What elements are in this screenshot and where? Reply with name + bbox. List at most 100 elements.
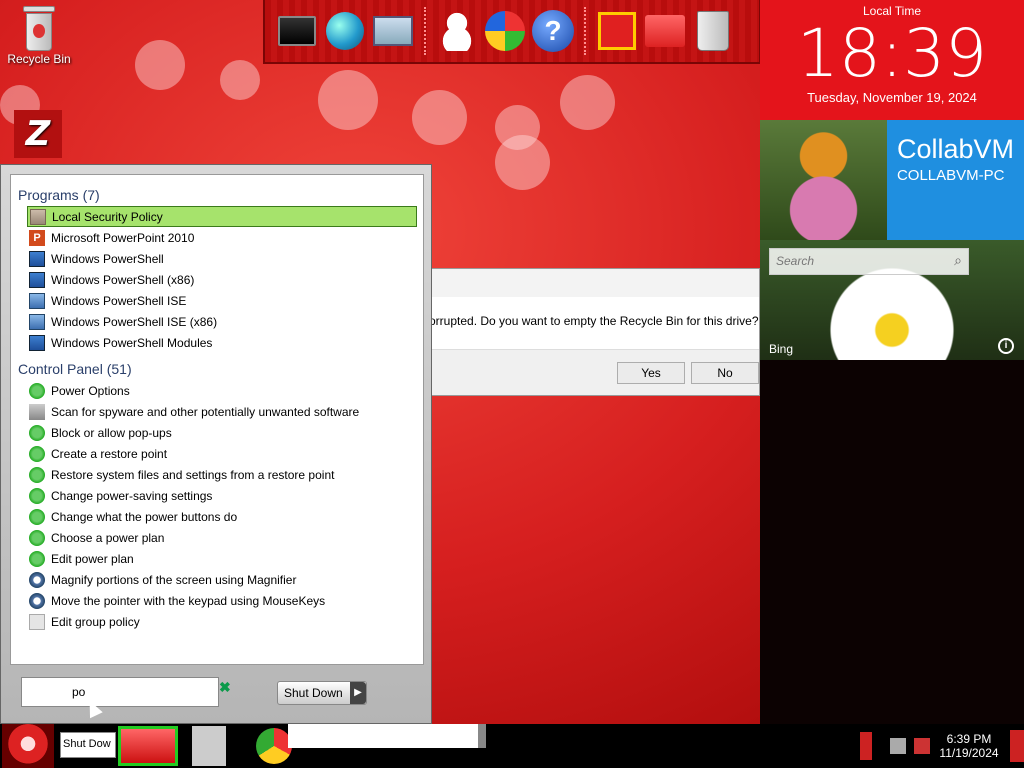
user-name: CollabVM bbox=[896, 134, 1014, 164]
start-button[interactable] bbox=[2, 724, 54, 768]
result-item-label: Power Options bbox=[51, 383, 130, 398]
control-panel-list: Power Options Scan for spyware and other … bbox=[11, 380, 423, 632]
result-item-label: Windows PowerShell ISE (x86) bbox=[51, 314, 218, 329]
network-icon[interactable] bbox=[890, 738, 906, 754]
result-item[interactable]: Magnify portions of the screen using Mag… bbox=[27, 569, 417, 590]
show-desktop-button[interactable] bbox=[1010, 730, 1024, 762]
control-panel-icon bbox=[29, 403, 45, 420]
shutdown-options-arrow-icon[interactable]: ▶ bbox=[350, 682, 366, 704]
windows-shield-icon[interactable] bbox=[483, 9, 527, 53]
result-item[interactable]: Windows PowerShell (x86) bbox=[27, 269, 417, 290]
start-menu: Programs (7) Local Security Policy P Micro… bbox=[0, 164, 432, 724]
globe-icon[interactable] bbox=[323, 9, 367, 53]
control-panel-icon bbox=[29, 487, 45, 504]
result-item[interactable]: P Microsoft PowerPoint 2010 bbox=[27, 227, 417, 248]
chrome-taskbar-icon[interactable] bbox=[256, 728, 292, 764]
result-item[interactable]: Edit power plan bbox=[27, 548, 417, 569]
powershell-icon bbox=[29, 334, 45, 351]
help-icon[interactable]: ? bbox=[531, 9, 575, 53]
programs-header[interactable]: Programs (7) bbox=[18, 187, 423, 203]
result-item-label: Edit group policy bbox=[51, 614, 140, 629]
info-icon[interactable]: i bbox=[998, 338, 1014, 354]
taskbar-clock[interactable]: 6:39 PM 11/19/2024 bbox=[936, 732, 1002, 760]
search-icon[interactable]: ⌕ bbox=[954, 252, 962, 269]
computer-name: COLLABVM-PC bbox=[896, 167, 1005, 184]
dialog-titlebar[interactable] bbox=[431, 269, 759, 297]
system-tray: 6:39 PM 11/19/2024 bbox=[844, 724, 1024, 768]
taskbar: Shut Dow 6:39 PM 11/19/2024 bbox=[0, 724, 1024, 768]
taskbar-date: 11/19/2024 bbox=[939, 746, 999, 760]
snowman-icon[interactable] bbox=[435, 9, 479, 53]
result-item-label: Windows PowerShell bbox=[51, 251, 164, 266]
result-item[interactable]: Change power-saving settings bbox=[27, 485, 417, 506]
control-panel-icon bbox=[29, 508, 45, 525]
recycle-bin-desktop-icon[interactable]: Recycle Bin bbox=[4, 6, 74, 66]
result-item-label: Move the pointer with the keypad using M… bbox=[51, 593, 326, 608]
result-item[interactable]: Windows PowerShell ISE bbox=[27, 290, 417, 311]
clock-tile: Local Time 18:39 Tuesday, November 19, 2… bbox=[760, 0, 1024, 120]
filezilla-icon: Z bbox=[14, 110, 62, 158]
control-panel-icon bbox=[29, 529, 45, 546]
control-panel-icon bbox=[29, 592, 45, 609]
result-item-label: Local Security Policy bbox=[52, 209, 163, 224]
control-panel-icon[interactable] bbox=[371, 9, 415, 53]
explorer-taskbar-icon[interactable] bbox=[118, 726, 178, 766]
monitor-icon[interactable] bbox=[275, 9, 319, 53]
result-item[interactable]: Windows PowerShell bbox=[27, 248, 417, 269]
bokeh-light bbox=[560, 75, 615, 130]
taskbar-blank-window[interactable] bbox=[288, 724, 478, 748]
gift-icon[interactable] bbox=[595, 9, 639, 53]
bokeh-light bbox=[495, 135, 550, 190]
top-dock: ? bbox=[263, 0, 761, 64]
result-item-label: Magnify portions of the screen using Mag… bbox=[51, 572, 297, 587]
taskbar-stub-button[interactable]: Shut Dow bbox=[60, 732, 116, 758]
result-item[interactable]: Move the pointer with the keypad using M… bbox=[27, 590, 417, 611]
result-item[interactable]: Scan for spyware and other potentially u… bbox=[27, 401, 417, 422]
result-item[interactable]: Choose a power plan bbox=[27, 527, 417, 548]
control-panel-icon bbox=[29, 382, 45, 399]
folder-icon[interactable] bbox=[643, 9, 687, 53]
dialog-message: orrupted. Do you want to empty the Recyc… bbox=[429, 314, 759, 328]
recycle-bin-label: Recycle Bin bbox=[7, 52, 71, 66]
yes-button[interactable]: Yes bbox=[617, 362, 685, 384]
result-item-label: Create a restore point bbox=[51, 446, 168, 461]
clock-date: Tuesday, November 19, 2024 bbox=[807, 90, 977, 105]
bokeh-light bbox=[135, 40, 185, 90]
start-search-input[interactable]: po bbox=[21, 677, 219, 707]
bokeh-light bbox=[220, 60, 260, 100]
control-panel-header[interactable]: Control Panel (51) bbox=[18, 361, 423, 377]
bing-search-input[interactable]: Search ⌕ bbox=[769, 248, 969, 275]
user-tile[interactable]: CollabVM COLLABVM-PC bbox=[760, 120, 1024, 240]
result-item[interactable]: Windows PowerShell Modules bbox=[27, 332, 417, 353]
taskbar-blank-edge bbox=[478, 724, 486, 748]
recycle-bin-icon[interactable] bbox=[691, 9, 735, 53]
no-button[interactable]: No bbox=[691, 362, 759, 384]
result-item[interactable]: Power Options bbox=[27, 380, 417, 401]
result-item-label: Change what the power buttons do bbox=[51, 509, 238, 524]
programs-list: Local Security Policy P Microsoft PowerPoi… bbox=[11, 206, 423, 353]
volume-muted-icon[interactable] bbox=[914, 738, 930, 754]
result-item[interactable]: Restore system files and settings from a… bbox=[27, 464, 417, 485]
user-info: CollabVM COLLABVM-PC bbox=[886, 120, 1024, 240]
recycle-bin-icon bbox=[21, 6, 57, 52]
result-item[interactable]: Edit group policy bbox=[27, 611, 417, 632]
media-player-taskbar-icon[interactable] bbox=[192, 726, 226, 766]
clear-search-icon[interactable]: ✖ bbox=[219, 679, 231, 696]
shutdown-button[interactable]: Shut Down ▶ bbox=[277, 681, 367, 705]
result-item-label: Change power-saving settings bbox=[51, 488, 213, 503]
side-panel: Local Time 18:39 Tuesday, November 19, 2… bbox=[760, 0, 1024, 724]
clock-time: 18:39 bbox=[796, 15, 988, 92]
result-item[interactable]: Create a restore point bbox=[27, 443, 417, 464]
filezilla-desktop-icon[interactable]: Z bbox=[4, 110, 74, 158]
tray-flag-icon[interactable] bbox=[860, 732, 872, 760]
powershell-icon bbox=[29, 250, 45, 267]
result-item[interactable]: Change what the power buttons do bbox=[27, 506, 417, 527]
powershell-icon bbox=[29, 271, 45, 288]
recycle-bin-dialog: orrupted. Do you want to empty the Recyc… bbox=[429, 268, 760, 396]
result-item[interactable]: Block or allow pop-ups bbox=[27, 422, 417, 443]
user-picture bbox=[760, 120, 887, 240]
result-item[interactable]: Windows PowerShell ISE (x86) bbox=[27, 311, 417, 332]
bing-search-placeholder: Search bbox=[776, 254, 815, 268]
result-item[interactable]: Local Security Policy bbox=[27, 206, 417, 227]
bing-tile: Search ⌕ Bing i bbox=[760, 240, 1024, 360]
